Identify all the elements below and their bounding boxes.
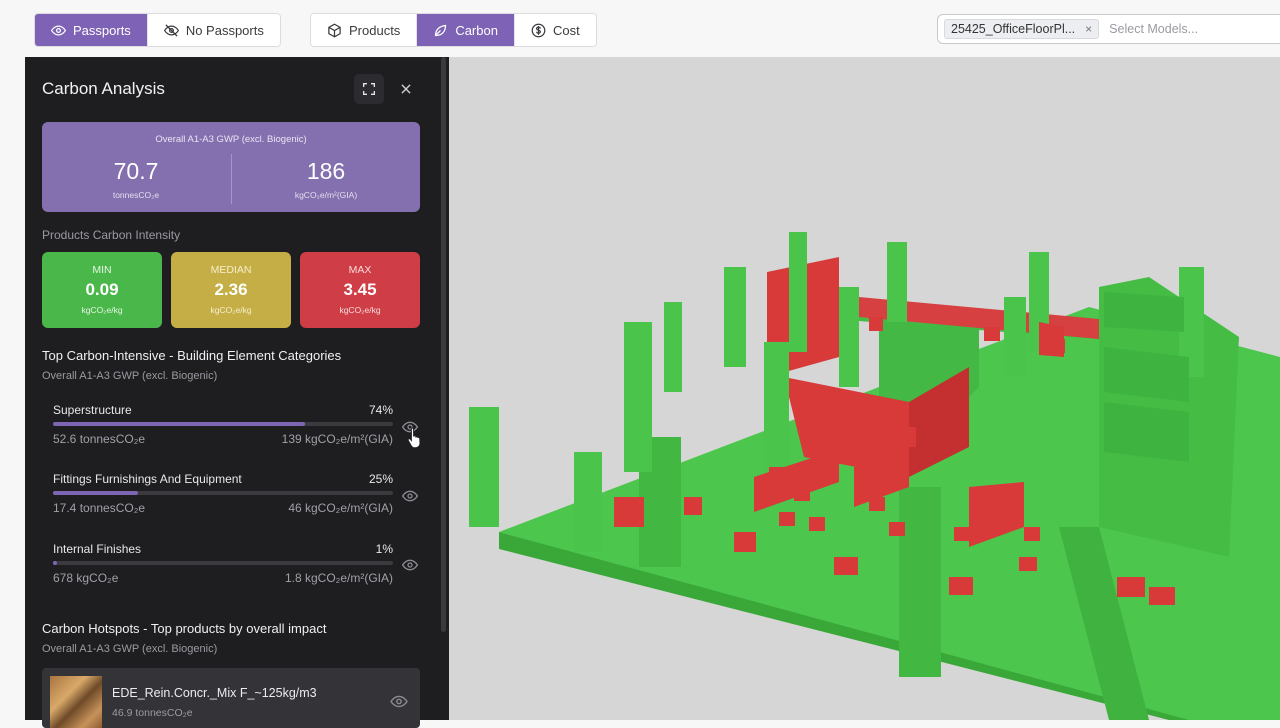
min-unit: kgCO₂e/kg bbox=[81, 305, 123, 315]
category-progress-track bbox=[53, 422, 393, 426]
hotspots-title: Carbon Hotspots - Top products by overal… bbox=[42, 621, 327, 636]
category-intensity: 139 kgCO₂e/m²(GIA) bbox=[281, 432, 393, 446]
categories-title: Top Carbon-Intensive - Building Element … bbox=[42, 348, 342, 363]
product-thumbnail bbox=[50, 676, 102, 728]
category-total: 678 kgCO₂e bbox=[53, 571, 119, 585]
carbon-button[interactable]: Carbon bbox=[417, 14, 515, 46]
products-label: Products bbox=[349, 22, 401, 38]
category-total: 52.6 tonnesCO₂e bbox=[53, 432, 146, 446]
category-progress-track bbox=[53, 561, 393, 565]
eye-icon[interactable] bbox=[402, 559, 418, 571]
gwp-intensity-unit: kgCO₂e/m²(GIA) bbox=[294, 190, 358, 200]
eye-off-icon bbox=[163, 23, 179, 37]
top-toolbar: Passports No Passports Products Carbon C… bbox=[0, 0, 1280, 57]
expand-button[interactable] bbox=[354, 74, 384, 104]
expand-icon bbox=[363, 83, 375, 95]
category-percent: 1% bbox=[375, 542, 393, 556]
max-intensity-card: MAX 3.45 kgCO₂e/kg bbox=[300, 252, 420, 328]
median-value: 2.36 bbox=[214, 280, 248, 299]
min-intensity-card: MIN 0.09 kgCO₂e/kg bbox=[42, 252, 162, 328]
total-gwp-unit: tonnesCO₂e bbox=[112, 190, 160, 200]
no-passports-label: No Passports bbox=[185, 22, 264, 38]
median-unit: kgCO₂e/kg bbox=[210, 305, 252, 315]
cost-button[interactable]: Cost bbox=[514, 14, 596, 46]
model-chip-label: 25425_OfficeFloorPl... bbox=[951, 22, 1076, 36]
median-label: MEDIAN bbox=[210, 264, 252, 276]
model-select[interactable]: 25425_OfficeFloorPl... × Select Models..… bbox=[937, 14, 1280, 44]
model-3d-viewport[interactable] bbox=[449, 57, 1280, 720]
passports-button[interactable]: Passports bbox=[35, 14, 148, 46]
hand-cursor-icon bbox=[407, 427, 421, 448]
analysis-toggle-group: Products Carbon Cost bbox=[310, 13, 597, 47]
cost-label: Cost bbox=[552, 22, 580, 38]
min-label: MIN bbox=[92, 264, 112, 276]
carbon-label: Carbon bbox=[455, 22, 498, 38]
model-chip: 25425_OfficeFloorPl... × bbox=[944, 19, 1100, 39]
panel-scrollbar[interactable] bbox=[441, 57, 446, 632]
no-passports-button[interactable]: No Passports bbox=[147, 14, 280, 46]
leaf-icon bbox=[435, 24, 447, 36]
category-progress-track bbox=[53, 491, 393, 495]
categories-subtitle: Overall A1-A3 GWP (excl. Biogenic) bbox=[42, 370, 218, 382]
category-progress-fill bbox=[53, 422, 305, 426]
dollar-icon bbox=[531, 23, 546, 37]
max-unit: kgCO₂e/kg bbox=[339, 305, 381, 315]
category-progress-fill bbox=[53, 491, 138, 495]
total-gwp-value: 70.7 bbox=[113, 158, 159, 184]
passports-label: Passports bbox=[73, 22, 131, 38]
category-progress-fill bbox=[53, 561, 58, 565]
eye-icon bbox=[51, 24, 66, 36]
hotspot-product-total: 46.9 tonnesCO₂e bbox=[112, 707, 193, 719]
overall-gwp-card: Overall A1-A3 GWP (excl. Biogenic) 70.7 … bbox=[42, 122, 420, 212]
category-intensity: 46 kgCO₂e/m²(GIA) bbox=[288, 501, 393, 515]
panel-title: Carbon Analysis bbox=[42, 79, 165, 98]
max-value: 3.45 bbox=[343, 280, 377, 299]
eye-icon[interactable] bbox=[402, 490, 418, 502]
model-select-placeholder: Select Models... bbox=[1109, 22, 1199, 36]
gwp-intensity-value: 186 bbox=[306, 158, 346, 184]
products-button[interactable]: Products bbox=[311, 14, 418, 46]
chip-remove-icon[interactable]: × bbox=[1085, 22, 1092, 36]
category-name: Internal Finishes bbox=[53, 542, 142, 556]
building-model-render bbox=[469, 232, 1280, 720]
min-value: 0.09 bbox=[85, 280, 119, 299]
cube-icon bbox=[328, 23, 341, 37]
category-name: Superstructure bbox=[53, 403, 132, 417]
category-total: 17.4 tonnesCO₂e bbox=[53, 501, 146, 515]
close-button[interactable] bbox=[391, 74, 421, 104]
category-intensity: 1.8 kgCO₂e/m²(GIA) bbox=[284, 571, 393, 585]
overall-gwp-caption: Overall A1-A3 GWP (excl. Biogenic) bbox=[155, 134, 307, 145]
intensity-section-label: Products Carbon Intensity bbox=[42, 228, 181, 242]
carbon-analysis-panel: Carbon Analysis Overall A1-A3 GWP (excl.… bbox=[25, 57, 449, 728]
hotspots-subtitle: Overall A1-A3 GWP (excl. Biogenic) bbox=[42, 643, 218, 655]
hotspot-product-name: EDE_Rein.Concr._Mix F_~125kg/m3 bbox=[112, 686, 317, 700]
close-icon bbox=[401, 84, 411, 94]
category-percent: 25% bbox=[368, 472, 393, 486]
max-label: MAX bbox=[348, 264, 372, 276]
hotspot-item[interactable]: EDE_Rein.Concr._Mix F_~125kg/m3 46.9 ton… bbox=[42, 668, 420, 728]
median-intensity-card: MEDIAN 2.36 kgCO₂e/kg bbox=[171, 252, 291, 328]
eye-icon[interactable] bbox=[390, 695, 408, 708]
passport-toggle-group: Passports No Passports bbox=[34, 13, 281, 47]
category-name: Fittings Furnishings And Equipment bbox=[53, 472, 242, 486]
category-percent: 74% bbox=[368, 403, 393, 417]
